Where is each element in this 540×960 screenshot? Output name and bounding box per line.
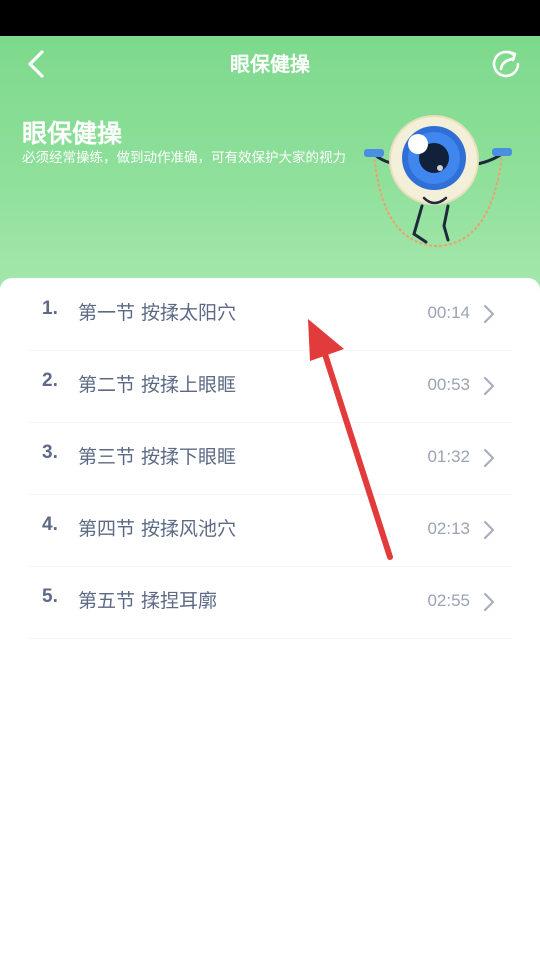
- item-duration: 00:53: [427, 375, 470, 394]
- item-title: 第二节 按揉上眼眶: [78, 374, 237, 396]
- item-duration: 00:14: [427, 303, 470, 322]
- item-title: 第五节 揉捏耳廓: [78, 590, 218, 612]
- hero-description: 必须经常操练，做到动作准确，可有效保护大家的视力: [22, 150, 346, 166]
- eyeball-mascot-image: [364, 115, 512, 248]
- item-duration: 01:32: [427, 447, 470, 466]
- item-number: 1.: [42, 298, 58, 319]
- share-refresh-icon: [492, 50, 520, 78]
- item-number: 4.: [42, 514, 58, 535]
- divider: [28, 638, 512, 639]
- item-title: 第四节 按揉风池穴: [78, 518, 237, 540]
- list-item-section-3[interactable]: 3. 第三节 按揉下眼眶 01:32: [0, 422, 540, 494]
- item-duration: 02:13: [427, 519, 470, 538]
- list-item-section-2[interactable]: 2. 第二节 按揉上眼眶 00:53: [0, 350, 540, 422]
- header-banner: 眼保健操 眼保健操 必须经常操练，做到动作准确，可有效保护大家的视力: [0, 36, 540, 300]
- page-title: 眼保健操: [230, 52, 310, 76]
- chevron-right-icon: [483, 448, 495, 468]
- chevron-left-icon: [28, 50, 44, 78]
- back-button[interactable]: [18, 44, 58, 84]
- chevron-right-icon: [483, 304, 495, 324]
- chevron-right-icon: [483, 520, 495, 540]
- item-number: 2.: [42, 370, 58, 391]
- item-number: 3.: [42, 442, 58, 463]
- chevron-right-icon: [483, 592, 495, 612]
- item-title: 第一节 按揉太阳穴: [78, 302, 237, 324]
- section-list: 1. 第一节 按揉太阳穴 00:14 2. 第二节 按揉上眼眶 00:53 3.…: [0, 278, 540, 943]
- item-title: 第三节 按揉下眼眶: [78, 446, 237, 468]
- status-bar: [0, 0, 540, 36]
- list-item-section-4[interactable]: 4. 第四节 按揉风池穴 02:13: [0, 494, 540, 566]
- nav-bar: 眼保健操: [0, 36, 540, 88]
- item-duration: 02:55: [427, 591, 470, 610]
- item-number: 5.: [42, 586, 58, 607]
- list-item-section-5[interactable]: 5. 第五节 揉捏耳廓 02:55: [0, 566, 540, 638]
- share-button[interactable]: [488, 46, 524, 82]
- chevron-right-icon: [483, 376, 495, 396]
- hero-title: 眼保健操: [22, 119, 123, 148]
- list-item-section-1[interactable]: 1. 第一节 按揉太阳穴 00:14: [0, 278, 540, 350]
